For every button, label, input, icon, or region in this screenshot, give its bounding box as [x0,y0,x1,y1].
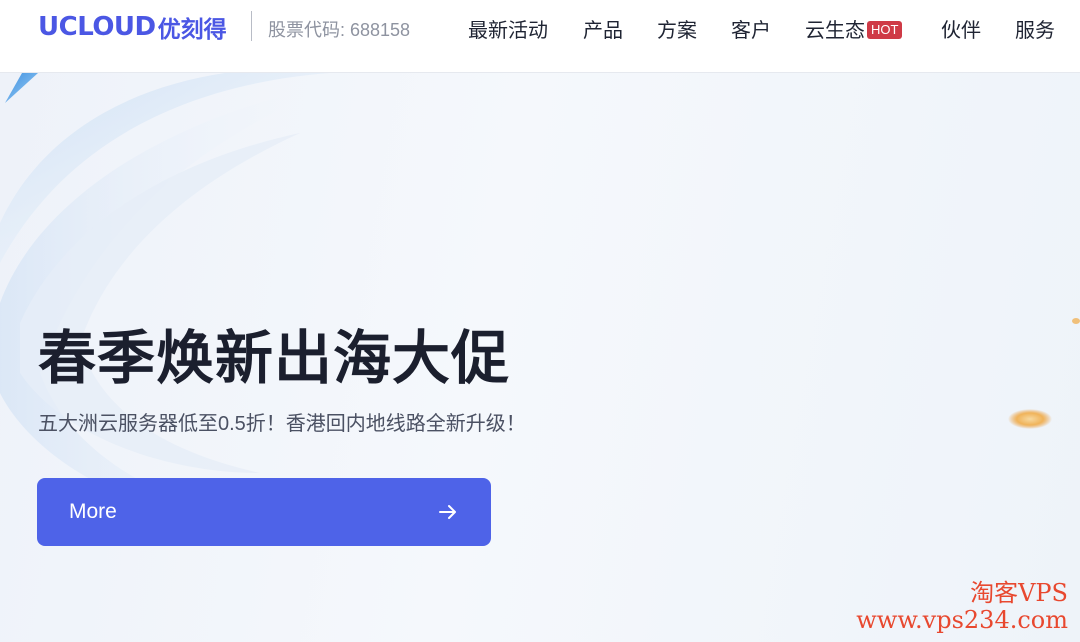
nav-item-services[interactable]: 服务 [1015,14,1055,43]
nav-item-partners[interactable]: 伙伴 [941,14,981,43]
nav-item-customers[interactable]: 客户 [731,14,771,43]
top-navbar: UCLOUD 优刻得 股票代码: 688158 最新活动 产品 方案 客户 云生… [0,0,1080,73]
watermark: 淘客VPS www.vps234.com [856,580,1068,634]
nav-item-products[interactable]: 产品 [583,14,623,43]
nav-item-solutions[interactable]: 方案 [657,14,697,43]
nav-item-latest-activities[interactable]: 最新活动 [468,14,548,43]
hot-badge: HOT [867,21,903,39]
watermark-title: 淘客VPS [970,579,1068,607]
logo-text-cn: 优刻得 [157,17,227,43]
logo-text-en: UCLOUD [38,12,156,42]
hero-subtitle: 五大洲云服务器低至0.5折！香港回内地线路全新升级！ [38,413,526,435]
stock-code: 股票代码: 688158 [268,20,411,40]
watermark-url: www.vps234.com [856,606,1068,634]
hero-title: 春季焕新出海大促 [38,326,511,391]
nav-item-label: 云生态 [805,20,865,42]
hero-banner: 春季焕新出海大促 五大洲云服务器低至0.5折！香港回内地线路全新升级！ More… [0,73,1080,642]
arrow-right-icon [439,505,456,519]
nav-item-cloud-ecosystem[interactable]: 云生态 HOT [805,14,903,43]
ucloud-logo[interactable]: UCLOUD 优刻得 [38,10,227,44]
header-divider [251,11,252,41]
more-button-label: More [69,500,117,523]
more-button[interactable]: More [37,478,491,546]
